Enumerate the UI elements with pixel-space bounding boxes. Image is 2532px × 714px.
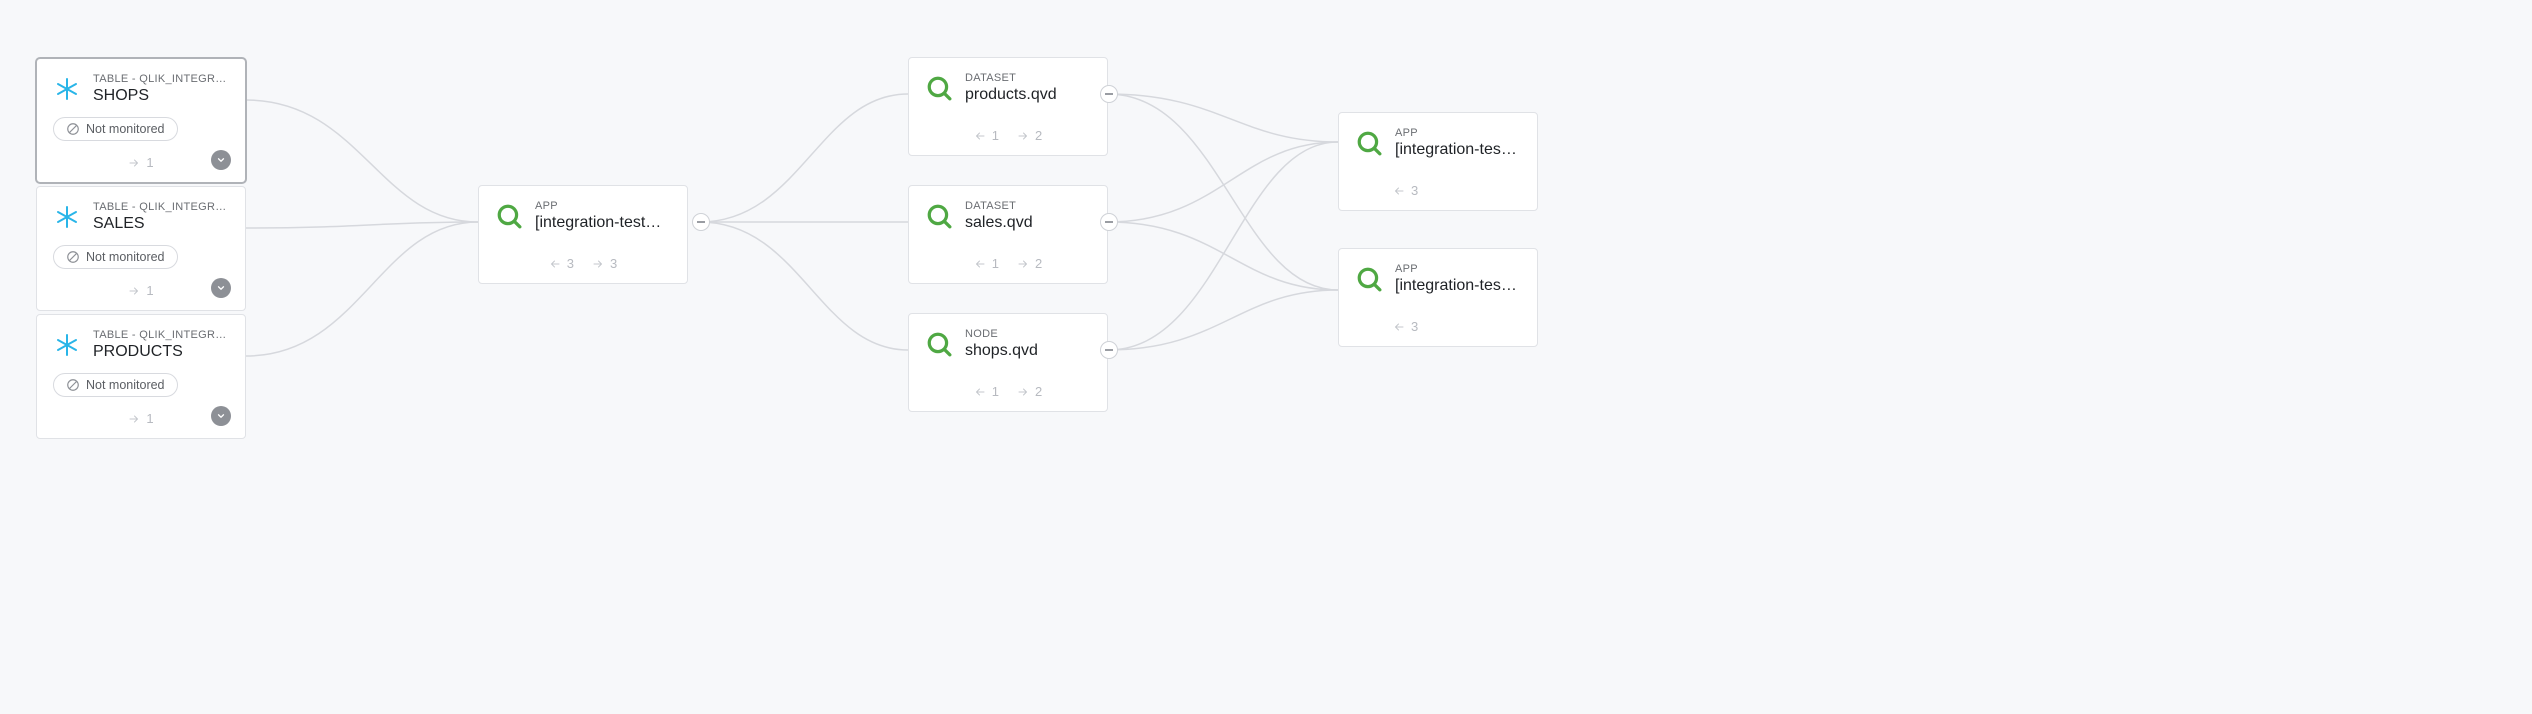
arrow-right-icon bbox=[128, 285, 140, 297]
expand-button[interactable] bbox=[211, 150, 231, 170]
chevron-down-icon bbox=[216, 411, 226, 421]
table-node-shops[interactable]: TABLE - QLIK_INTEGRATION_TES… SHOPS Not … bbox=[36, 58, 246, 183]
node-title: PRODUCTS bbox=[93, 343, 229, 361]
node-kicker: NODE bbox=[965, 328, 1091, 340]
node-title: sales.qvd bbox=[965, 214, 1091, 232]
node-kicker: APP bbox=[1395, 263, 1521, 275]
node-kicker: APP bbox=[1395, 127, 1521, 139]
qlik-icon bbox=[925, 202, 953, 230]
outgoing-count: 2 bbox=[1017, 256, 1042, 271]
node-kicker: TABLE - QLIK_INTEGRATION_TES… bbox=[93, 201, 229, 213]
arrow-right-icon bbox=[592, 258, 604, 270]
outgoing-count: 3 bbox=[592, 256, 617, 271]
snowflake-icon bbox=[53, 75, 81, 103]
node-kicker: TABLE - QLIK_INTEGRATION_TES… bbox=[93, 73, 229, 85]
outgoing-count: 1 bbox=[128, 283, 153, 298]
not-monitored-icon bbox=[66, 250, 80, 264]
collapse-junction[interactable] bbox=[692, 213, 710, 231]
incoming-count: 3 bbox=[1393, 183, 1418, 198]
chevron-down-icon bbox=[216, 155, 226, 165]
not-monitored-icon bbox=[66, 122, 80, 136]
status-label: Not monitored bbox=[86, 250, 165, 264]
qlik-icon bbox=[1355, 265, 1383, 293]
status-label: Not monitored bbox=[86, 378, 165, 392]
outgoing-count: 2 bbox=[1017, 128, 1042, 143]
node-title: SHOPS bbox=[93, 87, 229, 105]
dataset-node-shops[interactable]: NODE shops.qvd 1 2 bbox=[908, 313, 1108, 412]
expand-button[interactable] bbox=[211, 278, 231, 298]
incoming-count: 1 bbox=[974, 256, 999, 271]
arrow-right-icon bbox=[1017, 258, 1029, 270]
app-node-top[interactable]: APP [integration-test… 3 bbox=[1338, 112, 1538, 211]
snowflake-icon bbox=[53, 331, 81, 359]
arrow-right-icon bbox=[1017, 130, 1029, 142]
snowflake-icon bbox=[53, 203, 81, 231]
node-title: SALES bbox=[93, 215, 229, 233]
node-title: shops.qvd bbox=[965, 342, 1091, 360]
node-title: products.qvd bbox=[965, 86, 1091, 104]
outgoing-count: 2 bbox=[1017, 384, 1042, 399]
node-kicker: DATASET bbox=[965, 200, 1091, 212]
arrow-left-icon bbox=[1393, 321, 1405, 333]
arrow-left-icon bbox=[974, 258, 986, 270]
collapse-junction[interactable] bbox=[1100, 341, 1118, 359]
node-title: [integration-test… bbox=[535, 214, 671, 232]
arrow-left-icon bbox=[974, 130, 986, 142]
collapse-junction[interactable] bbox=[1100, 213, 1118, 231]
node-kicker: TABLE - QLIK_INTEGRATION_TES… bbox=[93, 329, 229, 341]
edges-layer bbox=[0, 0, 2532, 714]
outgoing-count: 1 bbox=[128, 411, 153, 426]
lineage-canvas[interactable]: TABLE - QLIK_INTEGRATION_TES… SHOPS Not … bbox=[0, 0, 2532, 714]
qlik-icon bbox=[925, 74, 953, 102]
incoming-count: 3 bbox=[549, 256, 574, 271]
collapse-junction[interactable] bbox=[1100, 85, 1118, 103]
status-pill[interactable]: Not monitored bbox=[53, 245, 178, 269]
incoming-count: 1 bbox=[974, 128, 999, 143]
chevron-down-icon bbox=[216, 283, 226, 293]
not-monitored-icon bbox=[66, 378, 80, 392]
arrow-left-icon bbox=[974, 386, 986, 398]
status-label: Not monitored bbox=[86, 122, 165, 136]
dataset-node-products[interactable]: DATASET products.qvd 1 2 bbox=[908, 57, 1108, 156]
app-node-bottom[interactable]: APP [integration-test… 3 bbox=[1338, 248, 1538, 347]
node-kicker: DATASET bbox=[965, 72, 1091, 84]
qlik-icon bbox=[925, 330, 953, 358]
app-node-middle[interactable]: APP [integration-test… 3 3 bbox=[478, 185, 688, 284]
node-kicker: APP bbox=[535, 200, 671, 212]
arrow-right-icon bbox=[128, 157, 140, 169]
node-title: [integration-test… bbox=[1395, 141, 1521, 159]
status-pill[interactable]: Not monitored bbox=[53, 117, 178, 141]
arrow-left-icon bbox=[549, 258, 561, 270]
qlik-icon bbox=[1355, 129, 1383, 157]
status-pill[interactable]: Not monitored bbox=[53, 373, 178, 397]
arrow-left-icon bbox=[1393, 185, 1405, 197]
outgoing-count: 1 bbox=[128, 155, 153, 170]
table-node-products[interactable]: TABLE - QLIK_INTEGRATION_TES… PRODUCTS N… bbox=[36, 314, 246, 439]
arrow-right-icon bbox=[1017, 386, 1029, 398]
dataset-node-sales[interactable]: DATASET sales.qvd 1 2 bbox=[908, 185, 1108, 284]
table-node-sales[interactable]: TABLE - QLIK_INTEGRATION_TES… SALES Not … bbox=[36, 186, 246, 311]
node-title: [integration-test… bbox=[1395, 277, 1521, 295]
qlik-icon bbox=[495, 202, 523, 230]
arrow-right-icon bbox=[128, 413, 140, 425]
incoming-count: 3 bbox=[1393, 319, 1418, 334]
incoming-count: 1 bbox=[974, 384, 999, 399]
expand-button[interactable] bbox=[211, 406, 231, 426]
